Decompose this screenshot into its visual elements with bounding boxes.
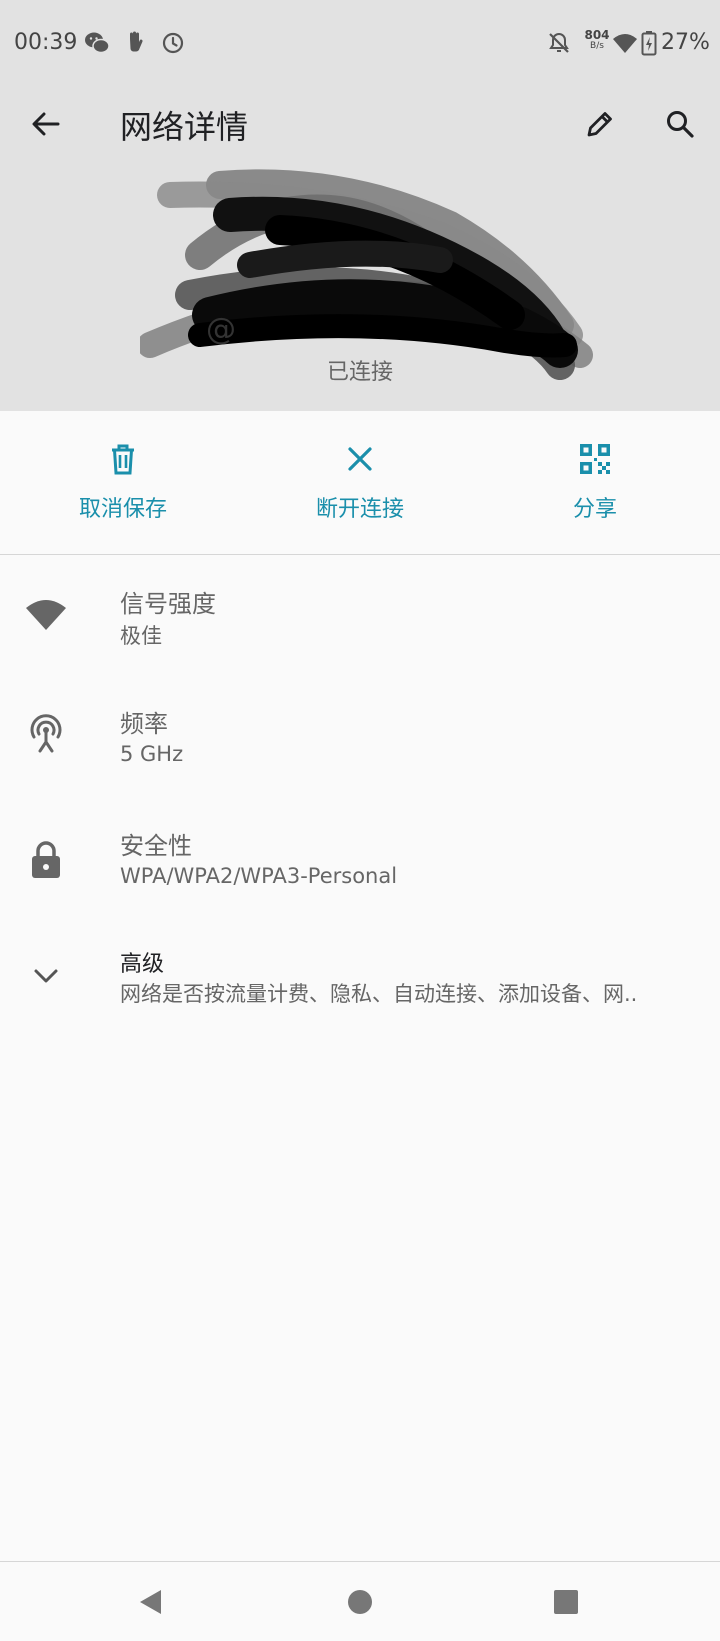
lock-icon	[18, 832, 74, 888]
chevron-down-icon	[18, 948, 74, 1004]
disconnect-button[interactable]: 断开连接	[270, 411, 450, 554]
forget-button[interactable]: 取消保存	[33, 411, 213, 554]
advanced-summary: 网络是否按流量计费、隐私、自动连接、添加设备、网..	[120, 982, 638, 1006]
arrow-left-icon	[32, 112, 60, 136]
back-triangle-icon	[140, 1590, 161, 1614]
share-button[interactable]: 分享	[505, 411, 685, 554]
wifi-icon	[612, 30, 638, 56]
forget-label: 取消保存	[78, 497, 167, 522]
qr-code-icon	[505, 441, 685, 477]
nav-home-button[interactable]	[336, 1578, 384, 1626]
signal-title: 信号强度	[120, 590, 216, 618]
antenna-icon	[18, 706, 74, 762]
detail-row-signal: 信号强度 极佳	[0, 578, 720, 668]
page-title: 网络详情	[120, 108, 249, 146]
hand-icon	[122, 30, 148, 56]
security-value: WPA/WPA2/WPA3-Personal	[120, 864, 398, 888]
security-title: 安全性	[120, 832, 192, 860]
status-time: 00:39	[14, 30, 78, 55]
detail-row-frequency: 频率 5 GHz	[0, 698, 720, 788]
recents-square-icon	[554, 1590, 578, 1614]
clock-icon	[160, 30, 186, 56]
back-button[interactable]	[20, 98, 72, 150]
frequency-title: 频率	[120, 710, 168, 738]
nav-recents-button[interactable]	[542, 1578, 590, 1626]
notifications-off-icon	[546, 30, 572, 56]
pencil-icon	[587, 112, 612, 137]
action-bar: 取消保存 断开连接 分享	[0, 411, 720, 555]
frequency-value: 5 GHz	[120, 742, 184, 766]
search-button[interactable]	[654, 98, 706, 150]
network-header: 00:39 804 B/s 27% 网络详情 @ 已连接	[0, 0, 720, 411]
advanced-row[interactable]: 高级 网络是否按流量计费、隐私、自动连接、添加设备、网..	[0, 940, 720, 1010]
trash-icon	[33, 441, 213, 477]
nav-back-button[interactable]	[127, 1578, 175, 1626]
connection-status: 已连接	[326, 360, 393, 385]
battery-charging-icon	[640, 30, 658, 56]
network-speed: 804 B/s	[584, 28, 610, 51]
edit-button[interactable]	[574, 98, 626, 150]
share-label: 分享	[572, 497, 617, 522]
navigation-bar	[0, 1561, 720, 1641]
battery-percent: 27%	[661, 30, 710, 55]
network-name: @	[206, 312, 236, 347]
status-bar: 00:39 804 B/s 27%	[0, 0, 720, 90]
disconnect-label: 断开连接	[315, 497, 404, 522]
advanced-title: 高级	[120, 952, 165, 977]
home-circle-icon	[348, 1590, 372, 1614]
wechat-icon	[84, 30, 110, 56]
close-icon	[270, 441, 450, 477]
search-icon	[667, 111, 694, 138]
detail-row-security: 安全性 WPA/WPA2/WPA3-Personal	[0, 820, 720, 910]
wifi-signal-icon	[18, 586, 74, 642]
signal-value: 极佳	[120, 624, 162, 648]
